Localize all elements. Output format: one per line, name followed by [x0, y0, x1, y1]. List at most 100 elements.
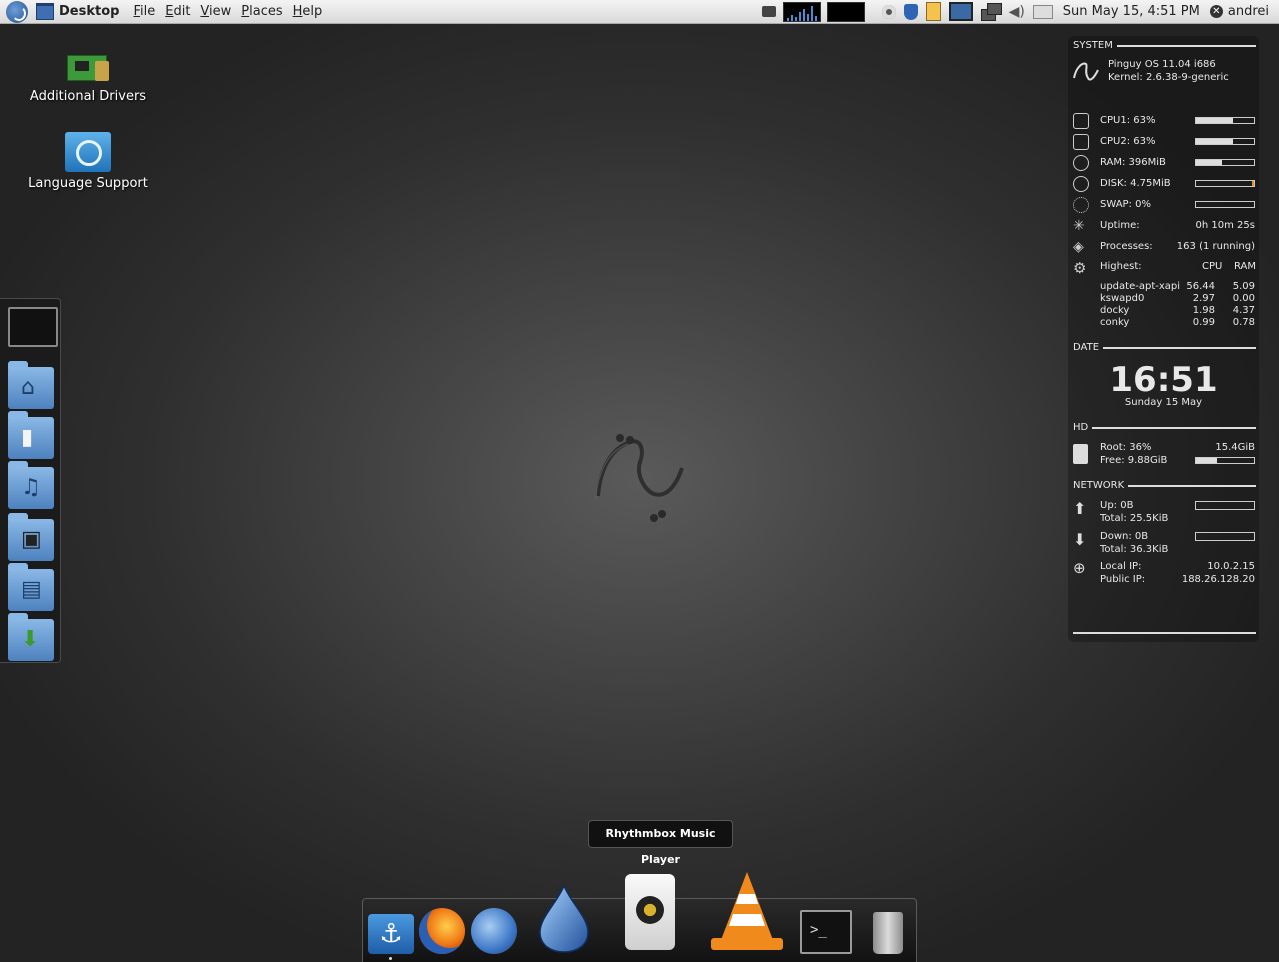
- documents-folder-icon[interactable]: ▮: [8, 411, 54, 459]
- menu-places[interactable]: Places: [241, 4, 282, 19]
- cpu2-label: CPU2: 63%: [1100, 136, 1156, 147]
- docky-anchor-icon[interactable]: ⚓: [368, 914, 414, 954]
- rhythmbox-icon[interactable]: [625, 874, 675, 950]
- disk-label: DISK: 4.75MiB: [1100, 178, 1171, 189]
- section-network: NETWORK: [1073, 480, 1256, 491]
- desktop-icon-label: Additional Drivers: [29, 89, 147, 104]
- net-up: Up: 0B: [1100, 500, 1134, 511]
- cpu1-label: CPU1: 63%: [1100, 115, 1156, 126]
- ram-icon: [1073, 155, 1089, 171]
- computer-monitor-icon[interactable]: [8, 307, 58, 347]
- upload-graph: [1195, 501, 1255, 510]
- desktop-app-icon: [36, 3, 54, 20]
- dock-tooltip: Rhythmbox Music Player: [588, 820, 733, 866]
- conky-bottom-rule: [1073, 632, 1256, 634]
- bottom-dock: ⚓ >_: [362, 872, 917, 962]
- cpu1-bar: [1195, 117, 1255, 124]
- column-ram: RAM: [1234, 261, 1257, 272]
- process-row: conky 0.99 0.78: [1100, 317, 1255, 328]
- swap-label: SWAP: 0%: [1100, 199, 1151, 210]
- disk-bar: [1195, 180, 1255, 187]
- hard-drive-icon: [1073, 444, 1088, 464]
- menu-file[interactable]: File: [133, 4, 155, 19]
- swap-bar: [1195, 201, 1255, 208]
- system-monitor-graph[interactable]: [782, 1, 821, 22]
- uptime-label: Uptime:: [1100, 220, 1140, 231]
- process-row: update-apt-xapi 56.44 5.09: [1100, 281, 1255, 292]
- processes-icon: ◈: [1073, 239, 1084, 255]
- thunderbird-icon[interactable]: [471, 908, 517, 954]
- volume-icon[interactable]: ◀): [1009, 4, 1025, 20]
- panel-clock[interactable]: Sun May 15, 4:51 PM: [1063, 4, 1200, 19]
- display-icon[interactable]: [948, 2, 973, 21]
- net-up-total: Total: 25.5KiB: [1100, 513, 1169, 524]
- menu-edit[interactable]: Edit: [165, 4, 190, 19]
- firefox-icon[interactable]: [419, 908, 465, 954]
- cpu2-icon: [1073, 134, 1089, 150]
- download-arrow-icon: ⬇: [1073, 530, 1087, 549]
- pinguy-small-logo-icon: [1073, 62, 1099, 81]
- trash-icon[interactable]: [873, 912, 903, 954]
- vlc-icon[interactable]: [709, 870, 785, 954]
- music-folder-icon[interactable]: ♫: [8, 461, 54, 509]
- column-cpu: CPU: [1202, 261, 1223, 272]
- processes-value: 163 (1 running): [1176, 241, 1255, 252]
- deluge-icon[interactable]: [536, 884, 592, 954]
- upload-arrow-icon: ⬆: [1073, 499, 1087, 518]
- swap-icon: [1073, 197, 1089, 213]
- highest-gears-icon: ⚙: [1073, 259, 1087, 277]
- menu-view[interactable]: View: [200, 4, 231, 19]
- user-name[interactable]: andrei: [1228, 4, 1269, 19]
- app-name: Desktop: [59, 4, 120, 19]
- hd-root-label: Root: 36%: [1100, 442, 1152, 453]
- download-graph: [1195, 532, 1255, 541]
- desktop-icon-label: Language Support: [28, 176, 148, 191]
- net-down-total: Total: 36.3KiB: [1100, 544, 1169, 555]
- disk-icon: [1073, 176, 1089, 192]
- processes-label: Processes:: [1100, 241, 1153, 252]
- desktop-icon-language-support[interactable]: Language Support: [18, 132, 158, 191]
- cpu2-bar: [1195, 138, 1255, 145]
- home-folder-icon[interactable]: ⌂: [8, 361, 54, 409]
- power-icon[interactable]: ✕: [1209, 5, 1223, 18]
- network-monitor-graph[interactable]: [826, 1, 865, 22]
- ram-label: RAM: 396MiB: [1100, 157, 1166, 168]
- mail-icon[interactable]: [1032, 4, 1053, 19]
- language-globe-icon: [65, 132, 111, 172]
- menu-help[interactable]: Help: [293, 4, 323, 19]
- terminal-icon[interactable]: >_: [800, 910, 852, 954]
- highest-label: Highest:: [1100, 261, 1142, 272]
- section-date: DATE: [1073, 342, 1256, 353]
- ram-bar: [1195, 159, 1255, 166]
- os-name: Pinguy OS 11.04 i686: [1108, 59, 1216, 70]
- settings-gear-icon[interactable]: [881, 4, 896, 19]
- globe-icon: ⊕: [1073, 559, 1086, 577]
- date-day: Sunday 15 May: [1124, 397, 1203, 408]
- clipboard-icon[interactable]: [925, 2, 941, 21]
- process-row: docky 1.98 4.37: [1100, 305, 1255, 316]
- conky-panel: SYSTEM Pinguy OS 11.04 i686 Kernel: 2.6.…: [1068, 36, 1259, 642]
- hd-bar: [1195, 457, 1255, 464]
- main-menu-logo-icon[interactable]: [6, 0, 28, 23]
- left-dock: ⌂ ▮ ♫ ▣ ▤ ⬇: [0, 298, 61, 663]
- section-system: SYSTEM: [1073, 40, 1256, 51]
- local-ip: 10.0.2.15: [1207, 561, 1255, 572]
- big-clock: 16:51: [1109, 360, 1218, 400]
- net-down: Down: 0B: [1100, 531, 1149, 542]
- screen-recorder-icon[interactable]: [761, 6, 776, 17]
- workspace-switcher-icon[interactable]: [980, 3, 1002, 21]
- update-shield-icon[interactable]: [903, 3, 918, 20]
- process-row: kswapd0 2.97 0.00: [1100, 293, 1255, 304]
- uptime-value: 0h 10m 25s: [1195, 220, 1255, 231]
- cpu1-icon: [1073, 113, 1089, 129]
- hd-free-label: Free: 9.88GiB: [1100, 455, 1168, 466]
- section-hd: HD: [1073, 422, 1256, 433]
- desktop-icon-additional-drivers[interactable]: Additional Drivers: [18, 47, 158, 104]
- pictures-folder-icon[interactable]: ▣: [8, 513, 54, 561]
- downloads-folder-icon[interactable]: ⬇: [8, 613, 54, 661]
- pinguy-logo-icon: [595, 434, 684, 522]
- public-ip-label: Public IP:: [1100, 574, 1146, 585]
- videos-folder-icon[interactable]: ▤: [8, 563, 54, 611]
- running-indicator: [389, 957, 392, 960]
- drivers-card-icon: [67, 47, 109, 85]
